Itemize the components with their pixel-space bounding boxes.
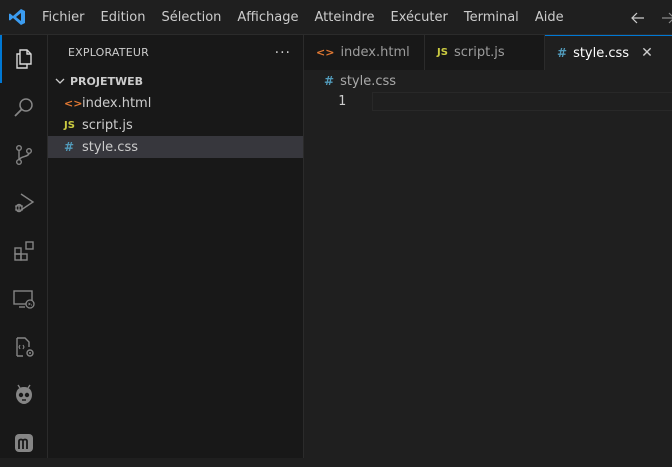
menu-bar: Fichier Edition Sélection Affichage Atte…: [34, 0, 572, 35]
folder-label: PROJETWEB: [70, 74, 144, 88]
close-icon[interactable]: ✕: [641, 45, 653, 61]
css-file-icon: #: [557, 46, 568, 60]
menu-executer[interactable]: Exécuter: [383, 0, 456, 35]
menu-fichier[interactable]: Fichier: [34, 0, 93, 35]
forward-arrow-icon[interactable]: [658, 8, 672, 28]
js-file-icon: JS: [437, 47, 448, 58]
remote-explorer-icon[interactable]: [0, 275, 47, 323]
source-control-icon[interactable]: [0, 131, 47, 179]
explorer-sidebar: EXPLORATEUR ··· PROJETWEB <> index.html …: [48, 35, 304, 458]
navigation-arrows: [628, 0, 672, 35]
file-script-js[interactable]: JS script.js: [48, 114, 303, 136]
vscode-logo-icon: [0, 0, 34, 35]
explorer-icon[interactable]: [0, 35, 47, 83]
container-settings-icon[interactable]: [0, 323, 47, 371]
run-debug-icon[interactable]: [0, 179, 47, 227]
file-label: index.html: [82, 95, 152, 111]
breadcrumb-file[interactable]: style.css: [340, 74, 396, 89]
menu-aide[interactable]: Aide: [527, 0, 572, 35]
line-number: 1: [338, 94, 346, 109]
html-file-icon: <>: [316, 46, 335, 59]
menu-terminal[interactable]: Terminal: [456, 0, 527, 35]
file-index-html[interactable]: <> index.html: [48, 92, 303, 114]
folder-projetweb[interactable]: PROJETWEB: [48, 70, 303, 92]
js-file-icon: JS: [64, 119, 75, 131]
explorer-header: EXPLORATEUR ···: [48, 35, 303, 70]
m-extension-icon[interactable]: [0, 419, 47, 467]
menu-selection[interactable]: Sélection: [153, 0, 229, 35]
breadcrumb: # style.css: [304, 70, 672, 92]
html-file-icon: <>: [64, 96, 83, 110]
activity-bar: [0, 35, 48, 458]
more-actions-icon[interactable]: ···: [275, 45, 291, 61]
tab-label: index.html: [340, 45, 410, 60]
menu-atteindre[interactable]: Atteindre: [306, 0, 382, 35]
platformio-icon[interactable]: [0, 371, 47, 419]
code-line[interactable]: 1: [304, 92, 672, 111]
css-file-icon: #: [324, 74, 335, 88]
tab-script-js[interactable]: JS script.js: [425, 35, 545, 70]
extensions-icon[interactable]: [0, 227, 47, 275]
file-label: script.js: [82, 117, 133, 133]
back-arrow-icon[interactable]: [628, 8, 648, 28]
editor-tabs: <> index.html JS script.js # style.css ✕: [304, 35, 672, 70]
tab-style-css[interactable]: # style.css ✕: [545, 35, 672, 70]
menu-edition[interactable]: Edition: [93, 0, 154, 35]
menu-affichage[interactable]: Affichage: [229, 0, 306, 35]
file-style-css[interactable]: # style.css: [48, 136, 303, 158]
tab-index-html[interactable]: <> index.html: [304, 35, 425, 70]
tab-label: style.css: [573, 45, 630, 61]
current-line-highlight: [372, 92, 672, 111]
chevron-down-icon: [52, 75, 68, 87]
search-icon[interactable]: [0, 83, 47, 131]
file-label: style.css: [82, 139, 138, 155]
title-bar: Fichier Edition Sélection Affichage Atte…: [0, 0, 672, 35]
tab-label: script.js: [453, 45, 505, 60]
code-editor[interactable]: # style.css 1: [304, 70, 672, 458]
explorer-title: EXPLORATEUR: [68, 46, 149, 59]
css-file-icon: #: [64, 140, 75, 154]
